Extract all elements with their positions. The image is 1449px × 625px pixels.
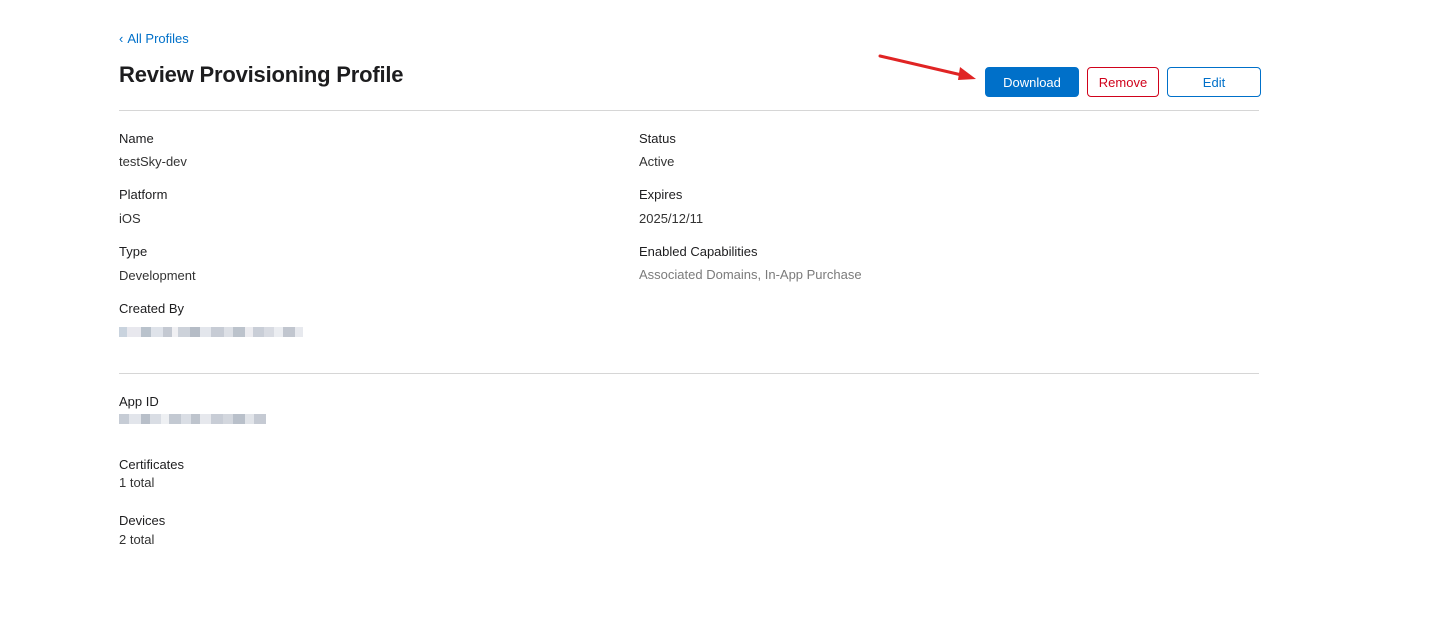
name-field: Name testSky-dev bbox=[119, 131, 187, 170]
platform-field: Platform iOS bbox=[119, 187, 167, 227]
certificates-field: Certificates 1 total bbox=[119, 457, 184, 491]
remove-button[interactable]: Remove bbox=[1087, 67, 1159, 97]
expires-label: Expires bbox=[639, 187, 683, 202]
status-field: Status Active bbox=[639, 131, 676, 170]
back-to-all-profiles-link[interactable]: ‹ All Profiles bbox=[119, 31, 189, 46]
download-button[interactable]: Download bbox=[985, 67, 1079, 97]
capabilities-field: Enabled Capabilities Associated Domains,… bbox=[639, 244, 862, 283]
capabilities-value: Associated Domains, In-App Purchase bbox=[639, 267, 862, 282]
profile-page: ‹ All Profiles Review Provisioning Profi… bbox=[0, 0, 1449, 625]
status-label: Status bbox=[639, 131, 676, 146]
name-value: testSky-dev bbox=[119, 154, 187, 169]
type-field: Type Development bbox=[119, 244, 196, 284]
capabilities-label: Enabled Capabilities bbox=[639, 244, 758, 259]
app-id-label: App ID bbox=[119, 394, 159, 409]
back-link-label: All Profiles bbox=[127, 31, 189, 46]
expires-field: Expires 2025/12/11 bbox=[639, 187, 703, 227]
type-label: Type bbox=[119, 244, 148, 259]
certificates-label: Certificates bbox=[119, 457, 185, 472]
name-label: Name bbox=[119, 131, 154, 146]
edit-button[interactable]: Edit bbox=[1167, 67, 1261, 97]
expires-value: 2025/12/11 bbox=[639, 211, 704, 226]
app-id-field: App ID bbox=[119, 394, 266, 426]
devices-label: Devices bbox=[119, 513, 166, 528]
platform-label: Platform bbox=[119, 187, 168, 202]
created-by-label: Created By bbox=[119, 301, 185, 316]
type-value: Development bbox=[119, 268, 196, 283]
page-title: Review Provisioning Profile bbox=[119, 62, 404, 87]
created-by-redacted-value bbox=[119, 327, 303, 339]
chevron-left-icon: ‹ bbox=[119, 31, 124, 46]
platform-value: iOS bbox=[119, 211, 141, 226]
section-divider bbox=[119, 373, 1259, 374]
devices-field: Devices 2 total bbox=[119, 513, 165, 548]
header-divider bbox=[119, 110, 1259, 111]
devices-value: 2 total bbox=[119, 532, 155, 547]
certificates-value: 1 total bbox=[119, 475, 155, 490]
profile-actions: Download Remove Edit bbox=[985, 67, 1261, 97]
app-id-redacted-value bbox=[119, 414, 266, 426]
created-by-field: Created By bbox=[119, 301, 303, 339]
annotation-arrow-icon bbox=[878, 54, 976, 80]
status-value: Active bbox=[639, 154, 675, 169]
